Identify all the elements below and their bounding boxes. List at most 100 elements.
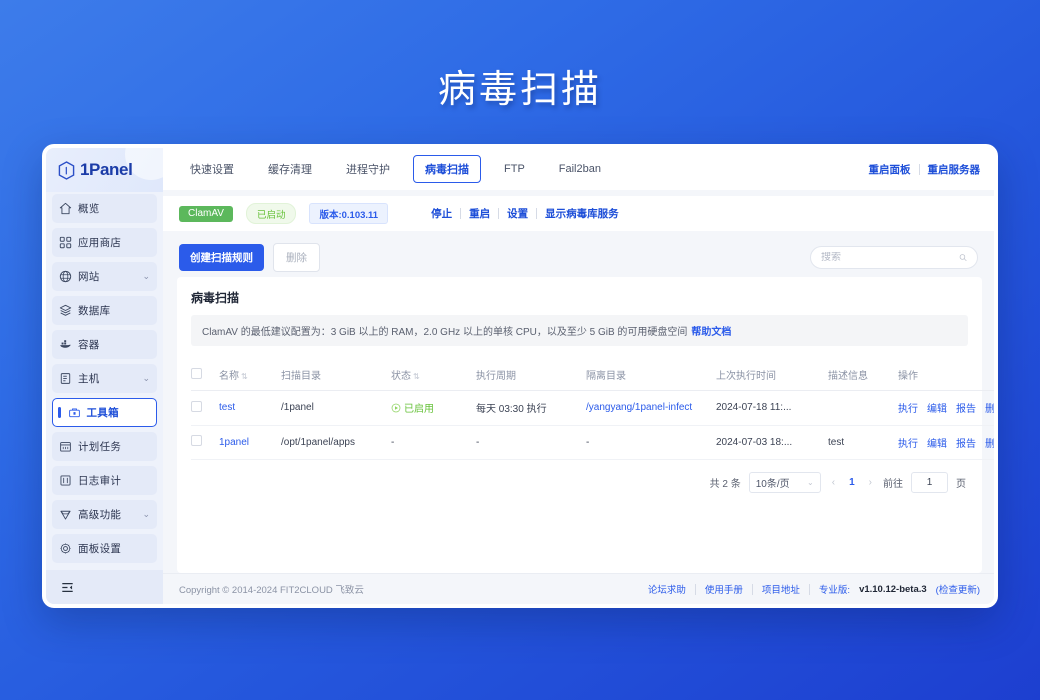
project-address-link[interactable]: 项目地址 [762, 582, 800, 596]
table-row[interactable]: test /1panel 已启用 每天 03:30 执行 /yangyang/1… [191, 390, 994, 426]
report-link[interactable]: 报告 [956, 435, 976, 450]
table-body: test /1panel 已启用 每天 03:30 执行 /yangyang/1… [191, 390, 994, 460]
row-checkbox[interactable] [191, 435, 202, 446]
tab-ftp[interactable]: FTP [493, 158, 536, 180]
report-link[interactable]: 报告 [956, 400, 976, 415]
total-count-label: 共 2 条 [709, 478, 741, 490]
sidebar: 1Panel 概览 应用商店 网站 ⌄ 数据库 容器 主机 ⌄ 工具箱 计划任务… [46, 148, 163, 604]
sidebar-collapse-button[interactable] [46, 570, 163, 604]
prev-page-button[interactable]: ‹ [829, 477, 838, 488]
sidebar-item-logs[interactable]: 日志审计 [52, 466, 157, 495]
quarantine-dir-link[interactable]: /yangyang/1panel-infect [586, 402, 692, 413]
logo-text: 1Panel [80, 160, 133, 179]
sort-icon[interactable]: ⇅ [413, 372, 420, 381]
execute-link[interactable]: 执行 [898, 435, 918, 450]
main-content: 快速设置 缓存清理 进程守护 病毒扫描 FTP Fail2ban 重启面板 重启… [163, 148, 994, 604]
sidebar-item-overview[interactable]: 概览 [52, 194, 157, 223]
search-box[interactable] [810, 245, 978, 269]
chevron-down-icon: ⌄ [807, 477, 814, 487]
col-last-run-label: 上次执行时间 [716, 371, 776, 382]
globe-icon [59, 270, 72, 283]
restart-panel-link[interactable]: 重启面板 [869, 162, 911, 177]
active-indicator [58, 407, 61, 418]
virus-scan-card: 病毒扫描 ClamAV 的最低建议配置为：3 GiB 以上的 RAM，2.0 G… [177, 277, 994, 573]
service-status-bar: ClamAV 已启动 版本:0.103.11 停止 重启 设置 显示病毒库服务 [163, 196, 994, 231]
app-window: 1Panel 概览 应用商店 网站 ⌄ 数据库 容器 主机 ⌄ 工具箱 计划任务… [42, 144, 998, 608]
page-title: 病毒扫描 [437, 69, 602, 111]
tab-quick-settings[interactable]: 快速设置 [179, 156, 245, 182]
tab-virus-scan[interactable]: 病毒扫描 [413, 155, 481, 183]
sidebar-item-label: 概览 [78, 203, 100, 215]
page-size-select[interactable]: 10条/页 ⌄ [748, 471, 821, 493]
divider [460, 208, 462, 219]
col-scan-dir: 扫描目录 [281, 360, 391, 391]
sidebar-item-label: 容器 [78, 339, 100, 351]
tab-cache-clean[interactable]: 缓存清理 [257, 156, 323, 182]
next-page-button[interactable]: › [866, 477, 875, 488]
sidebar-item-toolbox[interactable]: 工具箱 [52, 398, 157, 427]
col-status[interactable]: 状态 ⇅ [391, 360, 476, 391]
sidebar-item-label: 应用商店 [78, 237, 122, 249]
row-scan-dir-cell: /1panel [281, 390, 391, 426]
row-cycle-cell: - [476, 425, 586, 460]
delete-button[interactable]: 删除 [273, 242, 320, 272]
forum-help-link[interactable]: 论坛求助 [648, 582, 686, 596]
col-description: 描述信息 [828, 360, 898, 391]
stop-link[interactable]: 停止 [431, 206, 452, 221]
logo[interactable]: 1Panel [46, 148, 163, 192]
sort-icon[interactable]: ⇅ [241, 372, 248, 381]
delete-link[interactable]: 删除 [985, 435, 994, 450]
sidebar-item-container[interactable]: 容器 [52, 330, 157, 359]
execute-link[interactable]: 执行 [898, 400, 918, 415]
row-quarantine-cell: /yangyang/1panel-infect [586, 390, 716, 426]
col-quarantine-label: 隔离目录 [586, 371, 626, 382]
edit-link[interactable]: 编辑 [927, 400, 947, 415]
status-enabled-badge: 已启用 [391, 400, 434, 415]
check-update-link[interactable]: (检查更新) [936, 582, 980, 596]
tab-fail2ban[interactable]: Fail2ban [548, 158, 612, 180]
tab-process-guard[interactable]: 进程守护 [335, 156, 401, 182]
sidebar-item-website[interactable]: 网站 ⌄ [52, 262, 157, 291]
scan-rule-name-link[interactable]: test [219, 402, 235, 413]
col-name[interactable]: 名称 ⇅ [219, 360, 281, 391]
divider [751, 583, 753, 595]
sidebar-item-label: 网站 [78, 271, 100, 283]
user-manual-link[interactable]: 使用手册 [705, 582, 743, 596]
row-checkbox[interactable] [191, 400, 202, 412]
version-badge: 版本:0.103.11 [309, 203, 389, 224]
scan-rules-table: 名称 ⇅ 扫描目录 状态 ⇅ 执行周期 隔离目录 上次执行时间 描述信息 操作 te… [191, 360, 994, 460]
col-name-label: 名称 [219, 371, 239, 382]
chevron-down-icon: ⌄ [142, 509, 150, 519]
settings-link[interactable]: 设置 [507, 206, 528, 221]
service-name-badge: ClamAV [179, 205, 233, 222]
edit-link[interactable]: 编辑 [927, 435, 947, 450]
sidebar-item-host[interactable]: 主机 ⌄ [52, 364, 157, 393]
restart-link[interactable]: 重启 [469, 206, 490, 221]
scan-rule-name-link[interactable]: 1panel [219, 437, 249, 448]
divider [918, 163, 920, 175]
show-virus-db-service-link[interactable]: 显示病毒库服务 [545, 206, 619, 221]
sidebar-item-label: 数据库 [78, 305, 111, 317]
create-scan-rule-button[interactable]: 创建扫描规则 [179, 243, 264, 271]
search-input[interactable] [821, 251, 953, 263]
help-doc-link[interactable]: 帮助文档 [691, 327, 731, 338]
sidebar-item-advanced[interactable]: 高级功能 ⌄ [52, 500, 157, 529]
sidebar-item-settings[interactable]: 面板设置 [52, 534, 157, 563]
select-all-checkbox[interactable] [191, 367, 202, 379]
page-size-value: 10条/页 [755, 478, 790, 490]
page-number-1[interactable]: 1 [846, 477, 858, 488]
row-description-cell [828, 390, 898, 426]
col-cycle-label: 执行周期 [476, 371, 516, 382]
sidebar-item-label: 面板设置 [78, 543, 122, 555]
sidebar-item-cronjob[interactable]: 计划任务 [52, 432, 157, 461]
table-row[interactable]: 1panel /opt/1panel/apps - - - 2024-07-03… [191, 425, 994, 460]
top-actions: 重启面板 重启服务器 [869, 162, 981, 177]
goto-page-input[interactable] [911, 471, 948, 493]
sidebar-item-appstore[interactable]: 应用商店 [52, 228, 157, 257]
pagination: 共 2 条 10条/页 ⌄ ‹ 1 › 前往 页 [191, 460, 968, 493]
restart-server-link[interactable]: 重启服务器 [928, 162, 981, 177]
search-icon[interactable] [959, 252, 967, 263]
sidebar-item-database[interactable]: 数据库 [52, 296, 157, 325]
delete-link[interactable]: 删除 [985, 400, 994, 415]
edition-label: 专业版: [818, 585, 851, 596]
